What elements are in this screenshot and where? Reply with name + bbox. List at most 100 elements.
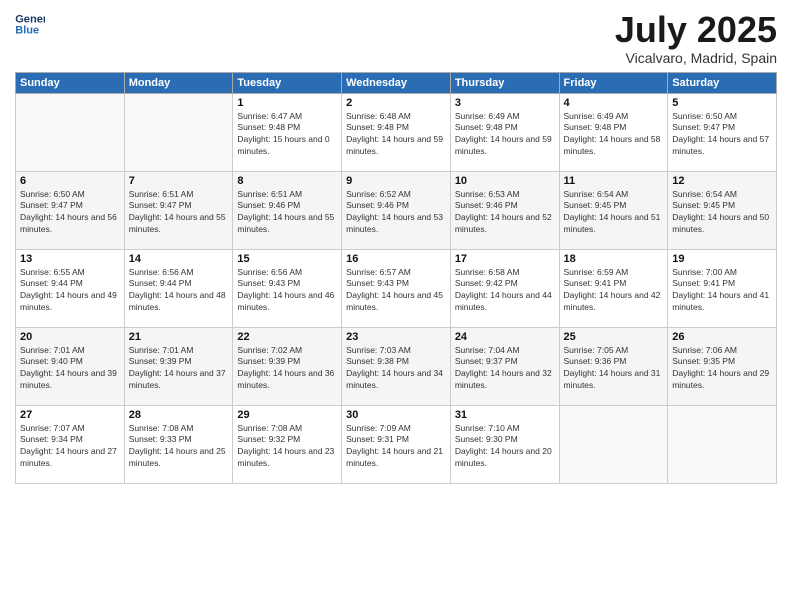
svg-text:General: General <box>15 13 45 25</box>
day-cell: 18Sunrise: 6:59 AMSunset: 9:41 PMDayligh… <box>559 249 668 327</box>
day-cell: 15Sunrise: 6:56 AMSunset: 9:43 PMDayligh… <box>233 249 342 327</box>
day-number: 23 <box>346 331 446 343</box>
day-info: Sunrise: 7:04 AMSunset: 9:37 PMDaylight:… <box>455 345 555 393</box>
week-row-3: 13 Sunrise: 6:55 AMSunset: 9:44 PMDayligh… <box>16 249 777 327</box>
week-row-4: 20Sunrise: 7:01 AMSunset: 9:40 PMDayligh… <box>16 327 777 405</box>
header-row: Sunday Monday Tuesday Wednesday Thursday… <box>16 72 777 93</box>
logo: GeneralBlue <box>15 10 45 40</box>
day-info: Sunrise: 7:05 AMSunset: 9:36 PMDaylight:… <box>564 345 664 393</box>
day-cell: 13 Sunrise: 6:55 AMSunset: 9:44 PMDayligh… <box>16 249 125 327</box>
day-info: Sunrise: 6:49 AMSunset: 9:48 PMDaylight:… <box>564 111 664 159</box>
day-number: 11 <box>564 175 664 187</box>
col-thursday: Thursday <box>450 72 559 93</box>
day-info: Sunrise: 6:50 AMSunset: 9:47 PMDaylight:… <box>672 111 772 159</box>
day-number: 3 <box>455 97 555 109</box>
svg-text:Blue: Blue <box>15 24 39 36</box>
calendar-page: GeneralBlue July 2025 Vicalvaro, Madrid,… <box>0 0 792 612</box>
day-info: Sunrise: 7:02 AMSunset: 9:39 PMDaylight:… <box>237 345 337 393</box>
month-title: July 2025 <box>615 10 777 50</box>
day-number: 15 <box>237 253 337 265</box>
day-number: 24 <box>455 331 555 343</box>
day-cell <box>668 405 777 483</box>
day-cell: 16Sunrise: 6:57 AMSunset: 9:43 PMDayligh… <box>342 249 451 327</box>
day-info: Sunrise: 7:07 AMSunset: 9:34 PMDaylight:… <box>20 423 120 471</box>
col-wednesday: Wednesday <box>342 72 451 93</box>
day-cell: 11 Sunrise: 6:54 AMSunset: 9:45 PMDayligh… <box>559 171 668 249</box>
header: GeneralBlue July 2025 Vicalvaro, Madrid,… <box>15 10 777 66</box>
day-info: Sunrise: 6:53 AMSunset: 9:46 PMDaylight:… <box>455 189 555 237</box>
day-number: 27 <box>20 409 120 421</box>
day-cell: 26 Sunrise: 7:06 AMSunset: 9:35 PMDayligh… <box>668 327 777 405</box>
day-cell: 29 Sunrise: 7:08 AMSunset: 9:32 PMDayligh… <box>233 405 342 483</box>
day-number: 8 <box>237 175 337 187</box>
day-number: 17 <box>455 253 555 265</box>
col-sunday: Sunday <box>16 72 125 93</box>
title-block: July 2025 Vicalvaro, Madrid, Spain <box>615 10 777 66</box>
day-cell: 19 Sunrise: 7:00 AMSunset: 9:41 PMDayligh… <box>668 249 777 327</box>
day-number: 25 <box>564 331 664 343</box>
day-cell: 9 Sunrise: 6:52 AMSunset: 9:46 PMDaylight… <box>342 171 451 249</box>
day-number: 6 <box>20 175 120 187</box>
day-cell: 22 Sunrise: 7:02 AMSunset: 9:39 PMDayligh… <box>233 327 342 405</box>
col-monday: Monday <box>124 72 233 93</box>
day-info: Sunrise: 6:51 AMSunset: 9:47 PMDaylight:… <box>129 189 229 237</box>
day-number: 4 <box>564 97 664 109</box>
day-info: Sunrise: 6:54 AMSunset: 9:45 PMDaylight:… <box>564 189 664 237</box>
day-number: 18 <box>564 253 664 265</box>
col-tuesday: Tuesday <box>233 72 342 93</box>
day-cell: 3Sunrise: 6:49 AMSunset: 9:48 PMDaylight… <box>450 93 559 171</box>
day-number: 19 <box>672 253 772 265</box>
day-cell: 24 Sunrise: 7:04 AMSunset: 9:37 PMDayligh… <box>450 327 559 405</box>
col-friday: Friday <box>559 72 668 93</box>
day-number: 26 <box>672 331 772 343</box>
day-info: Sunrise: 7:00 AMSunset: 9:41 PMDaylight:… <box>672 267 772 315</box>
day-cell: 10Sunrise: 6:53 AMSunset: 9:46 PMDayligh… <box>450 171 559 249</box>
day-cell: 14Sunrise: 6:56 AMSunset: 9:44 PMDayligh… <box>124 249 233 327</box>
day-info: Sunrise: 7:01 AMSunset: 9:39 PMDaylight:… <box>129 345 229 393</box>
day-cell: 31 Sunrise: 7:10 AMSunset: 9:30 PMDayligh… <box>450 405 559 483</box>
day-cell: 1Sunrise: 6:47 AMSunset: 9:48 PMDaylight… <box>233 93 342 171</box>
day-cell <box>124 93 233 171</box>
day-cell: 5Sunrise: 6:50 AMSunset: 9:47 PMDaylight… <box>668 93 777 171</box>
day-number: 14 <box>129 253 229 265</box>
day-number: 12 <box>672 175 772 187</box>
day-info: Sunrise: 6:47 AMSunset: 9:48 PMDaylight:… <box>237 111 337 159</box>
day-cell: 8 Sunrise: 6:51 AMSunset: 9:46 PMDaylight… <box>233 171 342 249</box>
day-cell: 20Sunrise: 7:01 AMSunset: 9:40 PMDayligh… <box>16 327 125 405</box>
day-info: Sunrise: 7:08 AMSunset: 9:33 PMDaylight:… <box>129 423 229 471</box>
day-cell: 27 Sunrise: 7:07 AMSunset: 9:34 PMDayligh… <box>16 405 125 483</box>
day-cell: 7 Sunrise: 6:51 AMSunset: 9:47 PMDaylight… <box>124 171 233 249</box>
day-info: Sunrise: 6:48 AMSunset: 9:48 PMDaylight:… <box>346 111 446 159</box>
day-number: 7 <box>129 175 229 187</box>
day-number: 22 <box>237 331 337 343</box>
day-info: Sunrise: 6:51 AMSunset: 9:46 PMDaylight:… <box>237 189 337 237</box>
day-cell: 17Sunrise: 6:58 AMSunset: 9:42 PMDayligh… <box>450 249 559 327</box>
day-number: 31 <box>455 409 555 421</box>
logo-svg: GeneralBlue <box>15 13 45 36</box>
day-number: 30 <box>346 409 446 421</box>
logo-icon: GeneralBlue <box>15 10 45 40</box>
day-number: 2 <box>346 97 446 109</box>
day-number: 21 <box>129 331 229 343</box>
day-info: Sunrise: 7:06 AMSunset: 9:35 PMDaylight:… <box>672 345 772 393</box>
day-info: Sunrise: 6:54 AMSunset: 9:45 PMDaylight:… <box>672 189 772 237</box>
location: Vicalvaro, Madrid, Spain <box>615 50 777 66</box>
day-number: 29 <box>237 409 337 421</box>
col-saturday: Saturday <box>668 72 777 93</box>
day-number: 13 <box>20 253 120 265</box>
day-number: 9 <box>346 175 446 187</box>
day-cell: 4 Sunrise: 6:49 AMSunset: 9:48 PMDaylight… <box>559 93 668 171</box>
day-cell: 30Sunrise: 7:09 AMSunset: 9:31 PMDayligh… <box>342 405 451 483</box>
day-info: Sunrise: 7:10 AMSunset: 9:30 PMDaylight:… <box>455 423 555 471</box>
calendar-table: Sunday Monday Tuesday Wednesday Thursday… <box>15 72 777 484</box>
day-cell: 21 Sunrise: 7:01 AMSunset: 9:39 PMDayligh… <box>124 327 233 405</box>
day-info: Sunrise: 7:03 AMSunset: 9:38 PMDaylight:… <box>346 345 446 393</box>
week-row-2: 6Sunrise: 6:50 AMSunset: 9:47 PMDaylight… <box>16 171 777 249</box>
day-info: Sunrise: 7:08 AMSunset: 9:32 PMDaylight:… <box>237 423 337 471</box>
day-info: Sunrise: 6:52 AMSunset: 9:46 PMDaylight:… <box>346 189 446 237</box>
day-cell <box>559 405 668 483</box>
day-cell: 6Sunrise: 6:50 AMSunset: 9:47 PMDaylight… <box>16 171 125 249</box>
week-row-5: 27 Sunrise: 7:07 AMSunset: 9:34 PMDayligh… <box>16 405 777 483</box>
day-cell: 25 Sunrise: 7:05 AMSunset: 9:36 PMDayligh… <box>559 327 668 405</box>
day-info: Sunrise: 6:55 AMSunset: 9:44 PMDaylight:… <box>20 267 120 315</box>
